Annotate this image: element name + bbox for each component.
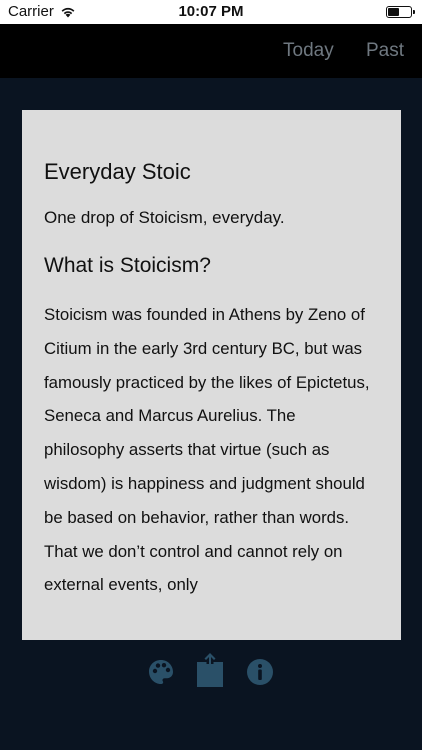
- nav-past-button[interactable]: Past: [366, 40, 404, 62]
- section-heading: What is Stoicism?: [44, 254, 211, 277]
- card-title: Everyday Stoic: [44, 159, 191, 184]
- quote-card[interactable]: Everyday Stoic One drop of Stoicism, eve…: [22, 110, 401, 640]
- palette-icon[interactable]: [147, 658, 175, 686]
- body-text: Stoicism was founded in Athens by Zeno o…: [44, 305, 370, 595]
- bottom-toolbar: [0, 648, 422, 698]
- nav-today-button[interactable]: Today: [283, 40, 334, 62]
- status-bar: Carrier 10:07 PM: [0, 0, 422, 24]
- card-subtitle: One drop of Stoicism, everyday.: [44, 208, 285, 227]
- battery-icon: [386, 6, 415, 18]
- nav-bar: Today Past: [0, 24, 422, 78]
- share-icon[interactable]: [196, 652, 224, 688]
- status-time: 10:07 PM: [178, 3, 244, 20]
- info-icon[interactable]: [246, 658, 274, 686]
